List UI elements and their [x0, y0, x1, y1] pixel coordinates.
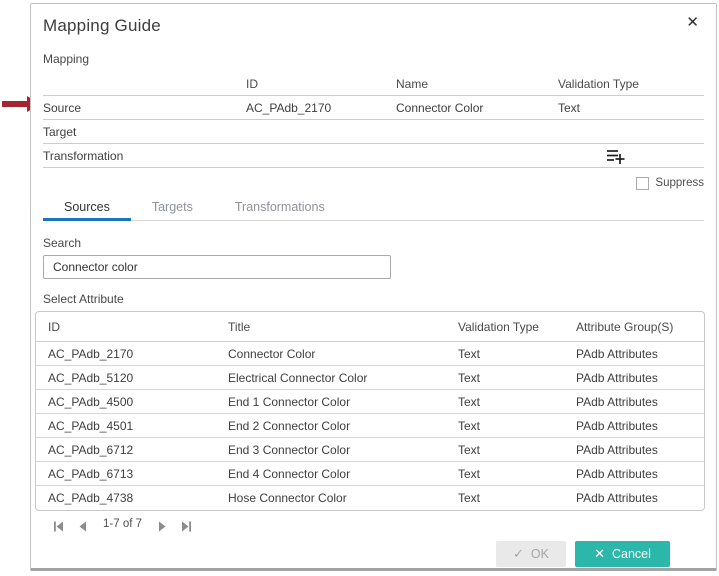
mapping-row-label: Source	[43, 96, 246, 120]
mapping-source-name: Connector Color	[396, 96, 558, 120]
col-header-id: ID	[36, 320, 216, 334]
mapping-header-name: Name	[396, 72, 558, 96]
select-attribute-label: Select Attribute	[43, 292, 704, 306]
mapping-guide-dialog: Mapping Guide ✕ Mapping ID Name Validati…	[30, 3, 717, 571]
attribute-table: ID Title Validation Type Attribute Group…	[35, 311, 705, 511]
previous-page-icon[interactable]	[77, 519, 89, 530]
search-label: Search	[43, 236, 704, 250]
close-icon[interactable]: ✕	[686, 14, 699, 32]
col-header-title: Title	[216, 320, 446, 334]
attribute-table-header: ID Title Validation Type Attribute Group…	[36, 312, 704, 342]
table-row[interactable]: AC_PAdb_2170 Connector Color Text PAdb A…	[36, 342, 704, 366]
mapping-row-target[interactable]: Target	[43, 120, 704, 144]
dialog-content: Mapping Guide ✕ Mapping ID Name Validati…	[31, 4, 716, 568]
suppress-label: Suppress	[655, 177, 704, 189]
search-input[interactable]	[43, 255, 391, 279]
suppress-checkbox[interactable]	[636, 177, 649, 190]
mapping-row-label: Transformation	[43, 144, 246, 168]
mapping-row-label: Target	[43, 120, 246, 144]
dialog-footer: ✓ OK ✕ Cancel	[43, 541, 704, 567]
table-row[interactable]: AC_PAdb_4738 Hose Connector Color Text P…	[36, 486, 704, 510]
pagination: 1-7 of 7	[43, 516, 704, 532]
ok-button-label: OK	[531, 547, 549, 561]
x-icon: ✕	[594, 546, 605, 562]
table-row[interactable]: AC_PAdb_6712 End 3 Connector Color Text …	[36, 438, 704, 462]
mapping-row-source[interactable]: Source AC_PAdb_2170 Connector Color Text	[43, 96, 704, 120]
table-row[interactable]: AC_PAdb_5120 Electrical Connector Color …	[36, 366, 704, 390]
mapping-header-id: ID	[246, 72, 396, 96]
col-header-attribute-groups: Attribute Group(S)	[564, 320, 704, 334]
next-page-icon[interactable]	[156, 519, 168, 530]
last-page-icon[interactable]	[180, 519, 192, 530]
suppress-row: Suppress	[43, 173, 704, 193]
mapping-grid: ID Name Validation Type Source AC_PAdb_2…	[43, 72, 704, 168]
table-row[interactable]: AC_PAdb_6713 End 4 Connector Color Text …	[36, 462, 704, 486]
mapping-section-label: Mapping	[43, 52, 704, 66]
cancel-button[interactable]: ✕ Cancel	[575, 541, 670, 567]
mapping-header-row: ID Name Validation Type	[43, 72, 704, 96]
cancel-button-label: Cancel	[612, 547, 651, 561]
check-icon: ✓	[513, 546, 524, 562]
add-transformation-icon[interactable]	[606, 148, 626, 164]
ok-button[interactable]: ✓ OK	[496, 541, 566, 567]
tab-sources[interactable]: Sources	[43, 193, 131, 220]
mapping-row-transformation[interactable]: Transformation	[43, 144, 704, 168]
tab-targets[interactable]: Targets	[131, 193, 214, 220]
mapping-source-id: AC_PAdb_2170	[246, 96, 396, 120]
tab-transformations[interactable]: Transformations	[214, 193, 346, 220]
tab-bar: Sources Targets Transformations	[43, 193, 704, 221]
dialog-title: Mapping Guide	[43, 14, 704, 36]
pagination-range-text: 1-7 of 7	[101, 518, 144, 530]
annotation-arrow-bar	[2, 101, 27, 107]
col-header-validation-type: Validation Type	[446, 320, 564, 334]
mapping-source-validation-type: Text	[558, 96, 704, 120]
first-page-icon[interactable]	[53, 519, 65, 530]
table-row[interactable]: AC_PAdb_4501 End 2 Connector Color Text …	[36, 414, 704, 438]
mapping-header-validation-type: Validation Type	[558, 72, 704, 96]
table-row[interactable]: AC_PAdb_4500 End 1 Connector Color Text …	[36, 390, 704, 414]
